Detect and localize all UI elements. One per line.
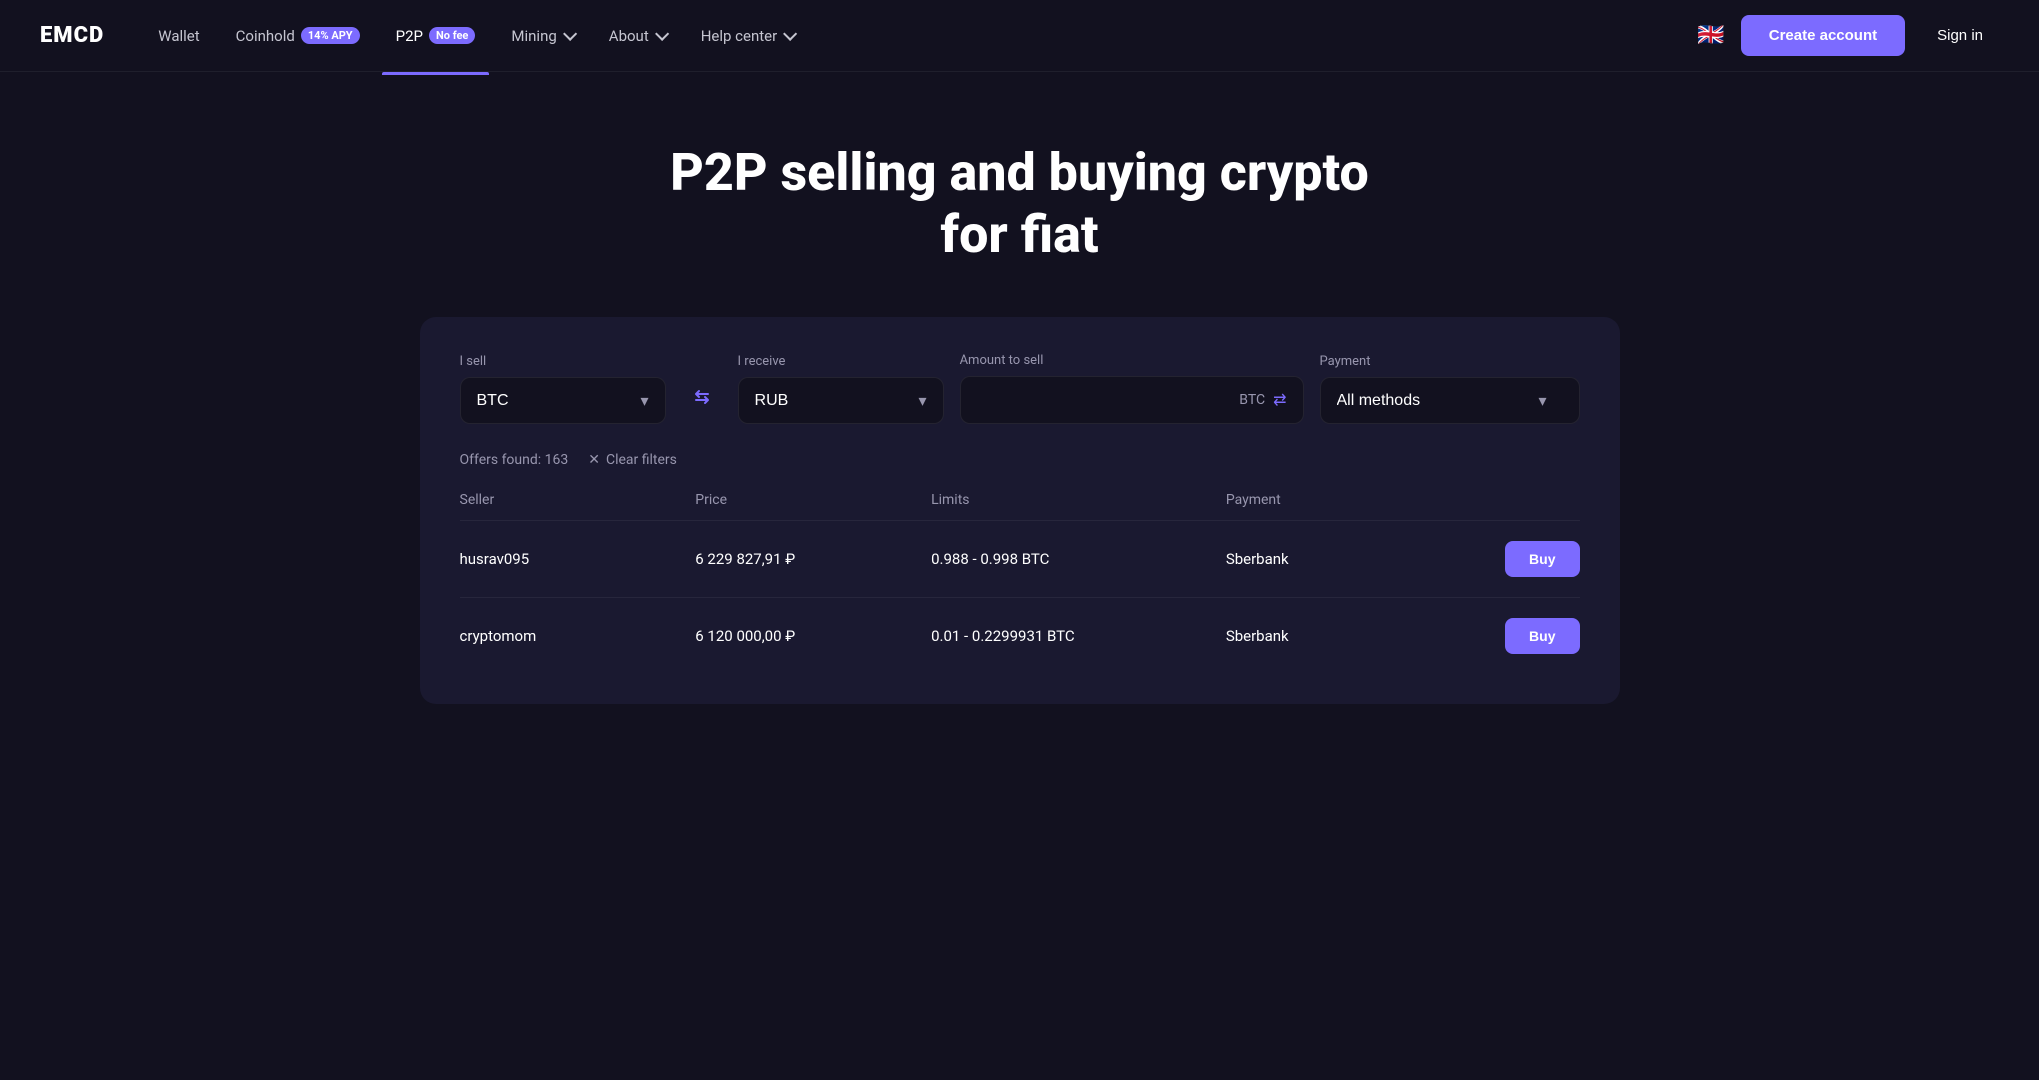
i-sell-group: I sell BTC ETH USDT LTC ▾ (460, 354, 666, 424)
sign-in-button[interactable]: Sign in (1921, 15, 1999, 56)
amount-input-wrap: BTC ⇄ (960, 376, 1304, 424)
clear-filters-x-icon: ✕ (588, 452, 600, 468)
offer-price: 6 229 827,91 ₽ (695, 550, 931, 568)
seller-name: cryptomom (460, 627, 696, 645)
language-flag[interactable]: 🇬🇧 (1697, 23, 1724, 48)
payment-label: Payment (1320, 354, 1580, 369)
hero-section: P2P selling and buying crypto for fiat (0, 72, 2039, 317)
help-chevron-icon (783, 26, 797, 40)
offer-limits: 0.988 - 0.998 BTC (931, 550, 1226, 568)
coinhold-badge: 14% APY (301, 27, 360, 44)
nav-label-about: About (609, 27, 649, 45)
i-receive-group: I receive RUB USD EUR UAH ▾ (738, 354, 944, 424)
offer-payment: Sberbank (1226, 550, 1462, 568)
amount-currency: BTC (1239, 392, 1265, 408)
hero-title-line1: P2P selling and buying crypto (670, 142, 1369, 203)
table-row: husrav095 6 229 827,91 ₽ 0.988 - 0.998 B… (460, 521, 1580, 598)
col-seller: Seller (460, 492, 696, 508)
mining-chevron-icon (563, 26, 577, 40)
payment-group: Payment All methods Sberbank Tinkoff QIW… (1320, 354, 1580, 424)
payment-select[interactable]: All methods Sberbank Tinkoff QIWI YooMon… (1337, 378, 1539, 423)
i-receive-chevron-icon: ▾ (919, 391, 943, 410)
buy-button[interactable]: Buy (1505, 541, 1579, 577)
buy-button[interactable]: Buy (1505, 618, 1579, 654)
nav-item-mining[interactable]: Mining (497, 19, 586, 53)
swap-icon[interactable] (682, 372, 722, 422)
nav-label-coinhold: Coinhold (236, 27, 295, 45)
col-price: Price (695, 492, 931, 508)
nav-item-p2p[interactable]: P2P No fee (382, 19, 490, 53)
offer-limits: 0.01 - 0.2299931 BTC (931, 627, 1226, 645)
offers-count: Offers found: 163 (460, 452, 569, 468)
nav-label-help: Help center (701, 27, 777, 45)
nav-right: 🇬🇧 Create account Sign in (1697, 15, 1999, 56)
i-sell-chevron-icon: ▾ (641, 391, 665, 410)
payment-chevron-icon: ▾ (1538, 391, 1562, 410)
amount-label: Amount to sell (960, 353, 1304, 368)
nav-label-mining: Mining (511, 27, 556, 45)
nav-item-about[interactable]: About (595, 19, 679, 53)
p2p-badge: No fee (429, 27, 475, 44)
nav-links: Wallet Coinhold 14% APY P2P No fee Minin… (144, 19, 1697, 53)
filter-row: I sell BTC ETH USDT LTC ▾ (460, 353, 1580, 424)
nav-label-wallet: Wallet (158, 27, 199, 45)
clear-filters-label: Clear filters (606, 452, 677, 468)
seller-name: husrav095 (460, 550, 696, 568)
nav-item-help[interactable]: Help center (687, 19, 807, 53)
i-receive-select[interactable]: RUB USD EUR UAH (739, 378, 919, 423)
navbar: EMCD Wallet Coinhold 14% APY P2P No fee … (0, 0, 2039, 72)
amount-input[interactable] (977, 377, 1240, 423)
clear-filters-button[interactable]: ✕ Clear filters (588, 452, 677, 468)
amount-suffix: BTC ⇄ (1239, 390, 1286, 409)
col-limits: Limits (931, 492, 1226, 508)
offers-header: Offers found: 163 ✕ Clear filters (460, 452, 1580, 468)
nav-item-coinhold[interactable]: Coinhold 14% APY (222, 19, 374, 53)
i-receive-select-wrap: RUB USD EUR UAH ▾ (738, 377, 944, 424)
col-payment: Payment (1226, 492, 1462, 508)
main-content: I sell BTC ETH USDT LTC ▾ (300, 317, 1740, 764)
filter-card: I sell BTC ETH USDT LTC ▾ (420, 317, 1620, 704)
amount-group: Amount to sell BTC ⇄ (960, 353, 1304, 424)
payment-select-wrap: All methods Sberbank Tinkoff QIWI YooMon… (1320, 377, 1580, 424)
create-account-button[interactable]: Create account (1741, 15, 1905, 56)
hero-title: P2P selling and buying crypto for fiat (570, 142, 1470, 267)
col-action (1462, 492, 1580, 508)
i-sell-label: I sell (460, 354, 666, 369)
nav-label-p2p: P2P (396, 27, 423, 45)
nav-item-wallet[interactable]: Wallet (144, 19, 213, 53)
i-sell-select[interactable]: BTC ETH USDT LTC (461, 378, 641, 423)
amount-swap-icon[interactable]: ⇄ (1273, 390, 1286, 409)
about-chevron-icon (655, 26, 669, 40)
offers-table: Seller Price Limits Payment husrav095 6 … (460, 484, 1580, 674)
i-sell-select-wrap: BTC ETH USDT LTC ▾ (460, 377, 666, 424)
offer-price: 6 120 000,00 ₽ (695, 627, 931, 645)
i-receive-label: I receive (738, 354, 944, 369)
logo[interactable]: EMCD (40, 23, 104, 48)
offer-payment: Sberbank (1226, 627, 1462, 645)
hero-title-line2: for fiat (940, 204, 1098, 265)
table-row: cryptomom 6 120 000,00 ₽ 0.01 - 0.229993… (460, 598, 1580, 674)
table-header: Seller Price Limits Payment (460, 484, 1580, 521)
